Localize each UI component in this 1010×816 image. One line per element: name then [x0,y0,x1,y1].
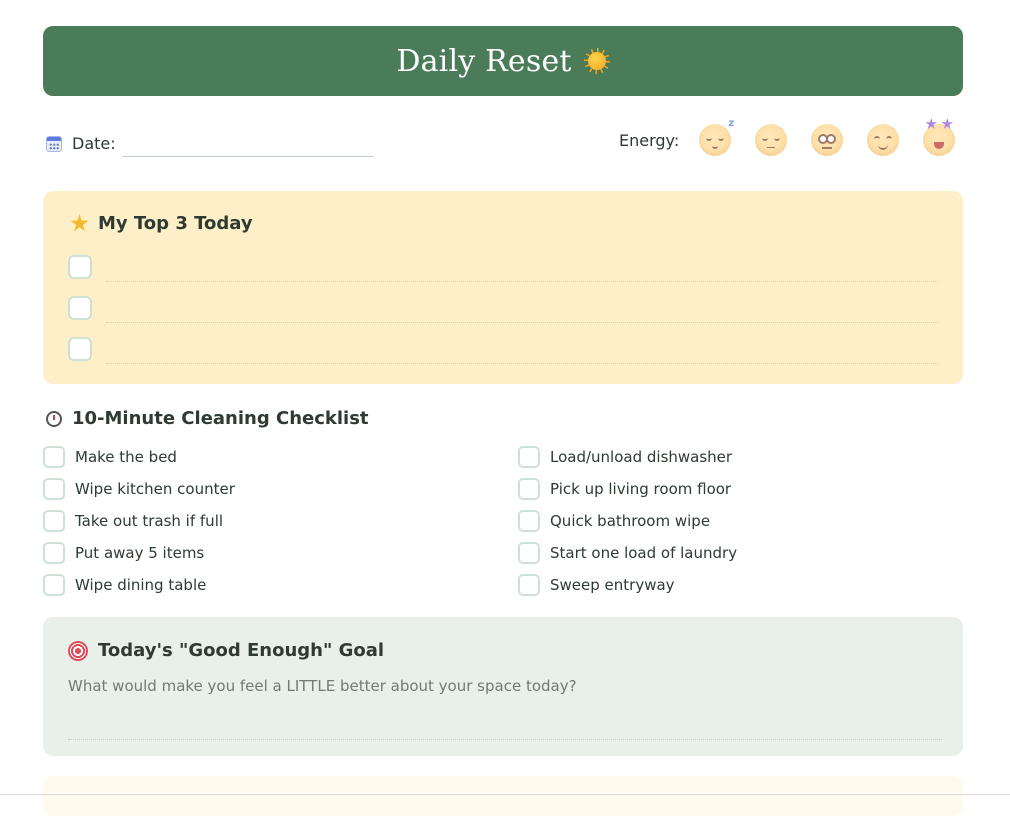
goal-prompt: What would make you feel a LITTLE better… [68,677,577,695]
task-label: Quick bathroom wipe [550,512,711,530]
task-checkbox[interactable] [43,446,65,468]
task-checkbox[interactable] [43,478,65,500]
goal-input[interactable] [68,711,942,740]
task-label: Take out trash if full [75,512,224,530]
task-checkbox[interactable] [43,542,65,564]
task-checkbox[interactable] [518,446,540,468]
top-3-heading: My Top 3 Today [70,213,253,234]
smiling-face-icon[interactable] [867,124,900,156]
priority-input[interactable] [106,334,938,364]
date-input[interactable] [121,130,374,157]
task-item[interactable]: Wipe kitchen counter [43,478,235,500]
task-checkbox[interactable] [43,510,65,532]
priority-checkbox[interactable] [68,296,92,320]
cleaning-heading: 10-Minute Cleaning Checklist [46,408,369,429]
priority-input[interactable] [106,252,938,282]
sun-icon [583,48,610,74]
task-checkbox[interactable] [518,478,540,500]
goal-heading: Today's "Good Enough" Goal [68,640,384,661]
priority-row-2 [68,293,938,323]
tired-face-icon[interactable] [755,124,788,156]
neutral-face-icon[interactable] [811,124,844,156]
task-item[interactable]: Sweep entryway [518,574,675,596]
task-checkbox[interactable] [518,510,540,532]
cleaning-title: 10-Minute Cleaning Checklist [72,408,369,429]
top-3-card: My Top 3 Today [43,191,963,384]
priority-checkbox[interactable] [68,337,92,361]
star-icon [70,214,89,232]
task-label: Make the bed [75,448,177,466]
header-banner: Daily Reset [43,26,963,96]
sleepy-face-icon[interactable]: z [699,118,734,156]
star-struck-face-icon[interactable] [923,118,956,156]
task-item[interactable]: Put away 5 items [43,542,204,564]
task-item[interactable]: Load/unload dishwasher [518,446,732,468]
task-label: Load/unload dishwasher [550,448,733,466]
task-item[interactable]: Quick bathroom wipe [518,510,710,532]
calendar-icon [46,135,62,152]
task-label: Wipe dining table [75,576,207,594]
priority-input[interactable] [106,293,938,323]
task-item[interactable]: Start one load of laundry [518,542,737,564]
task-checkbox[interactable] [518,542,540,564]
energy-label: Energy: [619,130,680,150]
priority-row-3 [68,334,938,364]
stopwatch-icon [46,410,62,427]
date-label: Date: [72,134,116,153]
task-item[interactable]: Take out trash if full [43,510,223,532]
page-title: Daily Reset [396,43,572,79]
task-item[interactable]: Make the bed [43,446,177,468]
task-checkbox[interactable] [43,574,65,596]
task-label: Start one load of laundry [550,544,738,562]
task-checkbox[interactable] [518,574,540,596]
priority-row-1 [68,252,938,282]
goal-title: Today's "Good Enough" Goal [98,640,385,661]
task-label: Put away 5 items [75,544,205,562]
task-item[interactable]: Wipe dining table [43,574,206,596]
energy-selector: Energy: z [619,118,956,156]
priority-checkbox[interactable] [68,255,92,279]
task-item[interactable]: Pick up living room floor [518,478,731,500]
top-3-title: My Top 3 Today [98,213,253,234]
task-label: Sweep entryway [550,576,675,594]
next-section-card [43,776,963,816]
date-row: Date: [46,130,374,157]
task-label: Wipe kitchen counter [75,480,235,498]
goal-card: Today's "Good Enough" Goal What would ma… [43,617,963,756]
target-icon [68,640,88,661]
task-label: Pick up living room floor [550,480,732,498]
